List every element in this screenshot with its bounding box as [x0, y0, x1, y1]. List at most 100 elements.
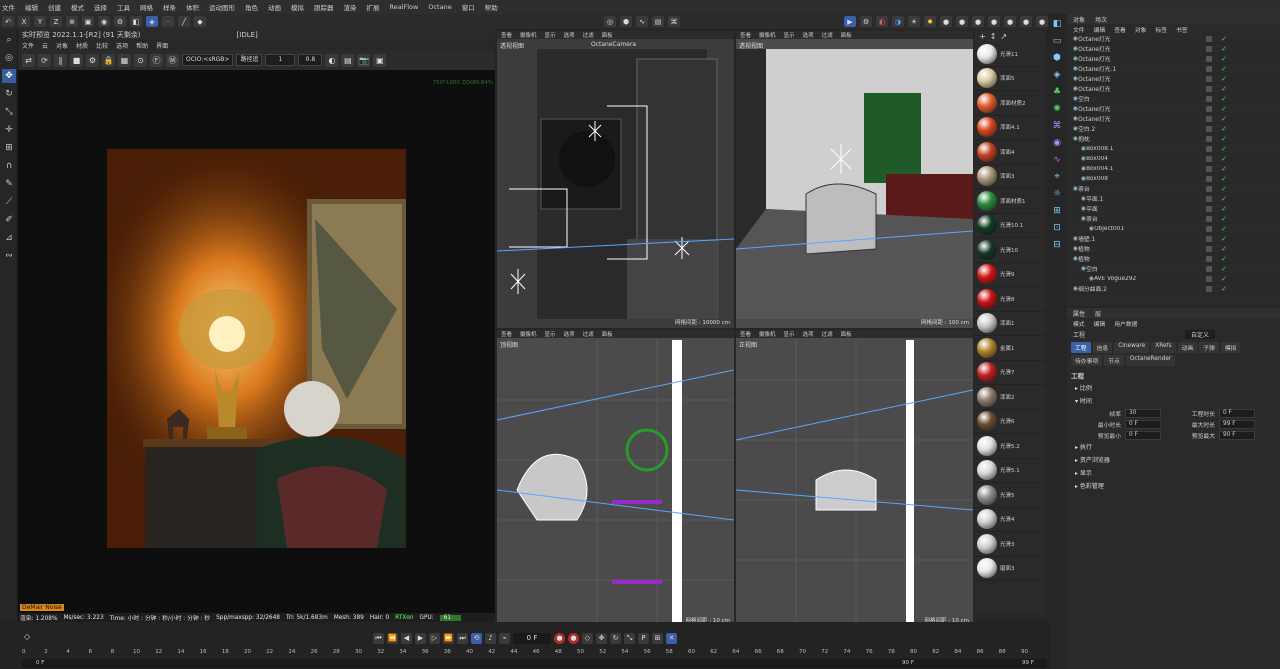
range-end[interactable]: 99 F [1022, 660, 1034, 666]
point-mode-icon[interactable]: · [162, 16, 174, 27]
visibility-toggle[interactable] [1206, 35, 1212, 42]
group-color-management[interactable]: ▸ 色彩管理 [1067, 480, 1280, 493]
compare-icon[interactable]: ▤ [341, 53, 355, 67]
visibility-toggle[interactable] [1206, 275, 1212, 282]
visibility-toggle[interactable] [1206, 215, 1212, 222]
prev-frame-icon[interactable]: ◀ [401, 632, 412, 644]
visibility-toggle[interactable] [1206, 285, 1212, 292]
menu-item[interactable]: 文件 [2, 2, 15, 12]
field-input[interactable]: 0 F [1125, 420, 1161, 429]
menu-item[interactable]: 窗口 [462, 2, 475, 12]
visibility-toggle[interactable] [1206, 135, 1212, 142]
group-scale[interactable]: ▸ 比例 [1067, 382, 1280, 395]
object-row[interactable]: ◉ 茶台 ✓ [1067, 184, 1280, 194]
edge-mode-icon[interactable]: ╱ [178, 16, 190, 27]
axis-x-button[interactable]: X [18, 16, 30, 27]
octane-settings-icon[interactable]: ⚙ [860, 16, 872, 27]
object-row[interactable]: ◉ 茶台 ✓ [1067, 214, 1280, 224]
box-icon[interactable]: ⬢ [1050, 51, 1064, 65]
visibility-toggle[interactable] [1206, 65, 1212, 72]
focus-picker-icon[interactable]: ⊙ [134, 53, 147, 67]
menu-item[interactable]: 选择 [94, 2, 107, 12]
render-settings-icon[interactable]: ⚙ [114, 16, 126, 27]
render-menu-item[interactable]: 云 [42, 41, 48, 50]
enabled-check-icon[interactable]: ✓ [1221, 245, 1227, 253]
object-menu-item[interactable]: 对象 [1135, 25, 1147, 34]
stop-icon[interactable]: ■ [70, 53, 83, 67]
settings-gear-icon[interactable]: ⚙ [86, 53, 99, 67]
menu-item[interactable]: 创建 [48, 2, 61, 12]
menu-item[interactable]: 帮助 [485, 2, 498, 12]
attribute-subtab[interactable]: 节点 [1104, 355, 1124, 366]
enabled-check-icon[interactable]: ✓ [1221, 85, 1227, 93]
ocio-select[interactable]: OCIO:<sRGB> [182, 54, 234, 66]
object-row[interactable]: ◉ Octane灯光 ✓ [1067, 44, 1280, 54]
visibility-toggle[interactable] [1206, 165, 1212, 172]
visibility-toggle[interactable] [1206, 105, 1212, 112]
value-field-1[interactable]: 1 [265, 54, 296, 66]
object-row[interactable]: ◉ 植物 ✓ [1067, 254, 1280, 264]
visibility-toggle[interactable] [1206, 115, 1212, 122]
material-item[interactable]: 光滑7 [975, 361, 1045, 385]
material-item[interactable]: 金属1 [975, 336, 1045, 361]
visibility-toggle[interactable] [1206, 205, 1212, 212]
menu-edit[interactable]: 编辑 [1094, 319, 1106, 328]
octane-camera-icon[interactable]: ◐ [876, 16, 888, 27]
render-view-icon[interactable]: ▣ [82, 16, 94, 27]
play-icon[interactable]: ▶ [415, 632, 426, 644]
enabled-check-icon[interactable]: ✓ [1221, 185, 1227, 193]
magnet-icon[interactable]: ∩ [2, 159, 16, 173]
zoom-icon[interactable]: ◐ [325, 53, 339, 67]
motion-icon[interactable]: ⌁ [499, 632, 510, 644]
measure-icon[interactable]: ⊿ [2, 231, 16, 245]
enabled-check-icon[interactable]: ✓ [1221, 115, 1227, 123]
enabled-check-icon[interactable]: ✓ [1221, 285, 1227, 293]
material-item[interactable]: 光滑5.2 [975, 434, 1045, 459]
goto-end-icon[interactable]: ⏭ [457, 632, 468, 644]
visibility-toggle[interactable] [1206, 175, 1212, 182]
axis-y-button[interactable]: Y [34, 16, 46, 27]
enabled-check-icon[interactable]: ✓ [1221, 175, 1227, 183]
preset-select[interactable]: 自定义 [1185, 329, 1216, 339]
cube-icon[interactable]: ◧ [130, 16, 142, 27]
render-icon[interactable]: ◉ [98, 16, 110, 27]
viewport-front[interactable]: 查看 摄像机 显示 选项 过滤 面板 正视图 网格间距 : 10 cm [736, 330, 973, 626]
enabled-check-icon[interactable]: ✓ [1221, 45, 1227, 53]
refresh-icon[interactable]: ⟳ [38, 53, 51, 67]
object-row[interactable]: ◉ 墙壁.1 ✓ [1067, 234, 1280, 244]
object-row[interactable]: ◉ 平面 ✓ [1067, 204, 1280, 214]
material-item[interactable]: 光滑5 [975, 483, 1045, 508]
film-icon[interactable]: Ⓕ [150, 53, 163, 67]
xpresso-icon[interactable]: ⊡ [1050, 221, 1064, 235]
attribute-subtab[interactable]: OctaneRender [1125, 355, 1176, 366]
rotate-icon[interactable]: ↻ [2, 87, 16, 101]
object-row[interactable]: ◉ Box008 ✓ [1067, 174, 1280, 184]
menu-item[interactable]: 工具 [117, 2, 130, 12]
rot-key-icon[interactable]: ↻ [610, 632, 621, 644]
light-icon[interactable]: ☼ [1050, 187, 1064, 201]
region-icon[interactable]: ▦ [118, 53, 131, 67]
menu-item[interactable]: 样条 [163, 2, 176, 12]
enabled-check-icon[interactable]: ✓ [1221, 145, 1227, 153]
material-item[interactable]: 光滑4 [975, 508, 1045, 532]
send-scene-icon[interactable]: ⇄ [22, 53, 35, 67]
enabled-check-icon[interactable]: ✓ [1221, 55, 1227, 63]
material-item[interactable]: 光滑10 [975, 238, 1045, 263]
object-row[interactable]: ◉ Box004.1 ✓ [1067, 164, 1280, 174]
enabled-check-icon[interactable]: ✓ [1221, 125, 1227, 133]
scale-icon[interactable]: ⤡ [2, 105, 16, 119]
object-menu-item[interactable]: 编辑 [1094, 25, 1106, 34]
knife-icon[interactable]: ⟋ [2, 195, 16, 209]
model-mode-icon[interactable]: ◈ [146, 16, 158, 27]
object-menu-item[interactable]: 查看 [1114, 25, 1126, 34]
visibility-toggle[interactable] [1206, 265, 1212, 272]
group-time[interactable]: ▾ 时间 [1067, 395, 1280, 408]
visibility-toggle[interactable] [1206, 145, 1212, 152]
object-menu-item[interactable]: 书签 [1176, 25, 1188, 34]
create-cube-icon[interactable]: ⬢ [620, 16, 632, 27]
visibility-toggle[interactable] [1206, 185, 1212, 192]
material-item[interactable]: 漆面2 [975, 385, 1045, 410]
object-row[interactable]: ◉ 空白 ✓ [1067, 94, 1280, 104]
group-execute[interactable]: ▸ 执行 [1067, 441, 1280, 454]
field-input[interactable]: 30 [1125, 409, 1161, 418]
